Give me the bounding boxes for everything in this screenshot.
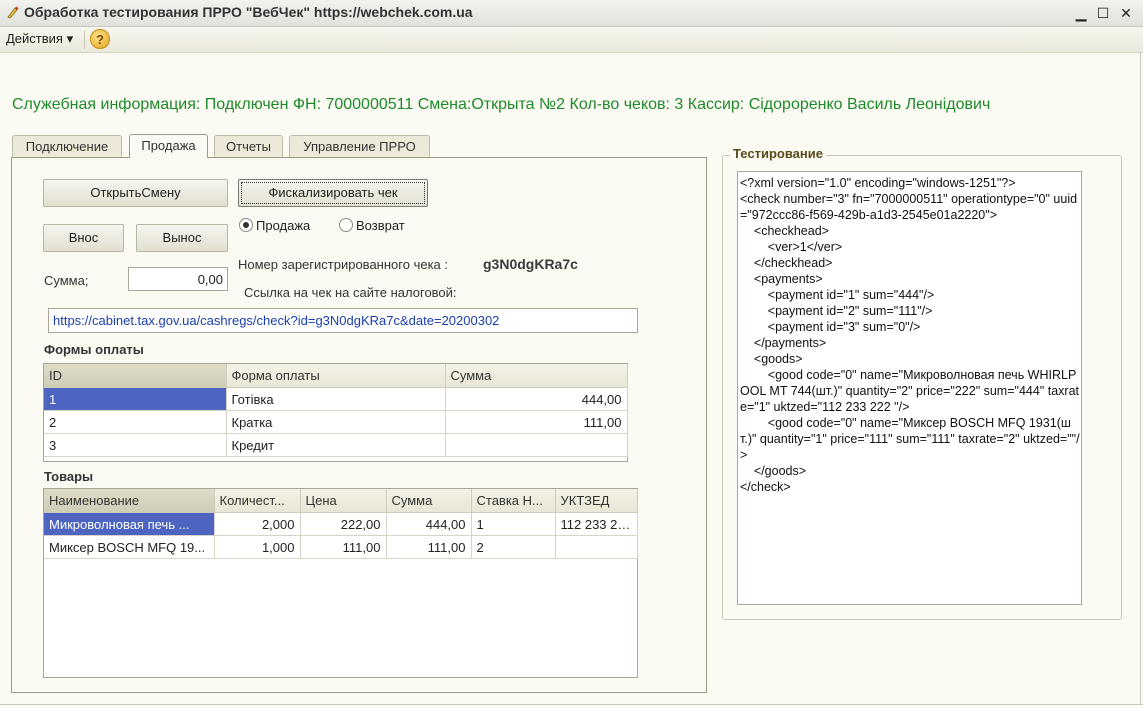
minimize-button[interactable]: ▁ bbox=[1072, 4, 1090, 22]
payment-id-cell[interactable]: 2 bbox=[44, 410, 227, 434]
title-bar: Обработка тестирования ПРРО "ВебЧек" htt… bbox=[0, 0, 1143, 27]
xml-output-textarea[interactable]: <?xml version="1.0" encoding="windows-12… bbox=[737, 171, 1082, 605]
table-row[interactable]: Микроволновая печь ... 2,000 222,00 444,… bbox=[44, 512, 638, 536]
sum-input[interactable]: 0,00 bbox=[128, 267, 228, 291]
goods-section-title: Товары bbox=[44, 469, 94, 484]
goods-sum-cell[interactable]: 444,00 bbox=[386, 512, 472, 536]
goods-col-price[interactable]: Цена bbox=[300, 489, 387, 513]
payment-sum-cell[interactable]: 111,00 bbox=[445, 410, 628, 434]
radio-return[interactable]: Возврат bbox=[339, 216, 405, 234]
app-icon bbox=[7, 6, 19, 19]
goods-name-cell[interactable]: Микроволновая печь ... bbox=[44, 512, 215, 536]
radio-sale-label: Продажа bbox=[256, 217, 311, 233]
radio-return-label: Возврат bbox=[356, 217, 405, 233]
sum-label: Сумма; bbox=[44, 273, 89, 288]
withdraw-button[interactable]: Вынос bbox=[136, 224, 228, 252]
window-border-right bbox=[1140, 52, 1141, 704]
goods-uktzed-cell[interactable]: 112 233 222 bbox=[555, 512, 638, 536]
actions-menu[interactable]: Действия ▾ bbox=[6, 31, 73, 47]
goods-col-name[interactable]: Наименование bbox=[44, 489, 215, 513]
goods-name-cell[interactable]: Миксер BOSCH MFQ 19... bbox=[44, 535, 215, 559]
table-row[interactable]: 2 Кратка 111,00 bbox=[44, 410, 628, 434]
table-row[interactable]: Миксер BOSCH MFQ 19... 1,000 111,00 111,… bbox=[44, 535, 638, 559]
payments-col-form[interactable]: Форма оплаты bbox=[226, 364, 446, 388]
menu-bar: Действия ▾ ? bbox=[0, 27, 1143, 53]
registered-check-label: Номер зарегистрированного чека : bbox=[238, 257, 448, 272]
payment-id-cell[interactable]: 3 bbox=[44, 433, 227, 457]
goods-table[interactable]: Наименование Количест... Цена Сумма Став… bbox=[43, 488, 638, 678]
registered-check-value: g3N0dgKRa7c bbox=[483, 256, 578, 272]
radio-sale[interactable]: Продажа bbox=[239, 216, 310, 234]
payment-id-cell[interactable]: 1 bbox=[44, 387, 227, 411]
goods-price-cell[interactable]: 111,00 bbox=[300, 535, 387, 559]
service-info: Служебная информация: Подключен ФН: 7000… bbox=[12, 96, 991, 113]
payments-col-id[interactable]: ID bbox=[44, 364, 227, 388]
goods-uktzed-cell[interactable] bbox=[555, 535, 638, 559]
menu-separator bbox=[84, 31, 85, 49]
fiscalize-check-button[interactable]: Фискализировать чек bbox=[238, 179, 428, 207]
help-icon[interactable]: ? bbox=[90, 29, 110, 49]
table-row[interactable]: 1 Готівка 444,00 bbox=[44, 387, 628, 411]
testing-group-title: Тестирование bbox=[730, 146, 826, 161]
goods-tax-rate-cell[interactable]: 1 bbox=[471, 512, 556, 536]
tax-link-field[interactable]: https://cabinet.tax.gov.ua/cashregs/chec… bbox=[48, 308, 638, 333]
goods-price-cell[interactable]: 222,00 bbox=[300, 512, 387, 536]
tax-link-label: Ссылка на чек на сайте налоговой: bbox=[244, 285, 457, 300]
window-border-bottom bbox=[0, 704, 1143, 705]
maximize-button[interactable]: ☐ bbox=[1094, 4, 1112, 22]
tab-prro-management[interactable]: Управление ПРРО bbox=[289, 135, 430, 157]
close-button[interactable]: ✕ bbox=[1117, 4, 1135, 22]
payments-col-sum[interactable]: Сумма bbox=[445, 364, 628, 388]
goods-quantity-cell[interactable]: 1,000 bbox=[214, 535, 301, 559]
radio-return-indicator[interactable] bbox=[339, 218, 353, 232]
payment-form-cell[interactable]: Готівка bbox=[226, 387, 446, 411]
goods-sum-cell[interactable]: 111,00 bbox=[386, 535, 472, 559]
table-row[interactable]: 3 Кредит bbox=[44, 433, 628, 457]
payment-form-cell[interactable]: Кредит bbox=[226, 433, 446, 457]
open-shift-button[interactable]: ОткрытьСмену bbox=[43, 179, 228, 207]
goods-col-sum[interactable]: Сумма bbox=[386, 489, 472, 513]
window-title: Обработка тестирования ПРРО "ВебЧек" htt… bbox=[24, 4, 473, 20]
payments-section-title: Формы оплаты bbox=[44, 342, 144, 357]
goods-quantity-cell[interactable]: 2,000 bbox=[214, 512, 301, 536]
tab-reports[interactable]: Отчеты bbox=[214, 135, 283, 157]
goods-col-uktzed[interactable]: УКТЗЕД bbox=[555, 489, 638, 513]
goods-tax-rate-cell[interactable]: 2 bbox=[471, 535, 556, 559]
payments-table[interactable]: ID Форма оплаты Сумма 1 Готівка 444,00 2… bbox=[43, 363, 628, 462]
goods-col-quantity[interactable]: Количест... bbox=[214, 489, 301, 513]
goods-col-tax-rate[interactable]: Ставка Н... bbox=[471, 489, 556, 513]
payment-form-cell[interactable]: Кратка bbox=[226, 410, 446, 434]
radio-sale-indicator[interactable] bbox=[239, 218, 253, 232]
tab-connection[interactable]: Подключение bbox=[12, 135, 122, 157]
payment-sum-cell[interactable] bbox=[445, 433, 628, 457]
payment-sum-cell[interactable]: 444,00 bbox=[445, 387, 628, 411]
tab-sale[interactable]: Продажа bbox=[129, 134, 208, 158]
deposit-button[interactable]: Внос bbox=[43, 224, 124, 252]
